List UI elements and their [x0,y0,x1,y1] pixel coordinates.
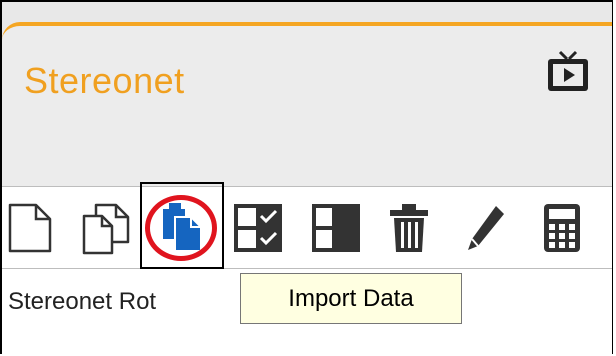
copy-icon[interactable] [80,202,132,256]
app-window: Stereonet Stereonet Rot Import Data [0,0,613,354]
new-file-icon[interactable] [6,202,54,254]
header: Stereonet [2,2,612,190]
tv-icon[interactable] [545,49,591,95]
checklist-icon[interactable] [232,202,284,254]
split-view-icon[interactable] [310,202,362,254]
calculator-icon[interactable] [540,202,584,254]
trash-icon[interactable] [387,202,431,254]
import-highlight-circle [145,195,217,261]
toolbar [2,186,612,269]
header-panel [2,22,612,190]
pencil-icon[interactable] [464,202,508,254]
page-title: Stereonet [24,60,185,101]
import-data-tooltip: Import Data [240,273,462,324]
content-label: Stereonet Rot [8,288,157,315]
